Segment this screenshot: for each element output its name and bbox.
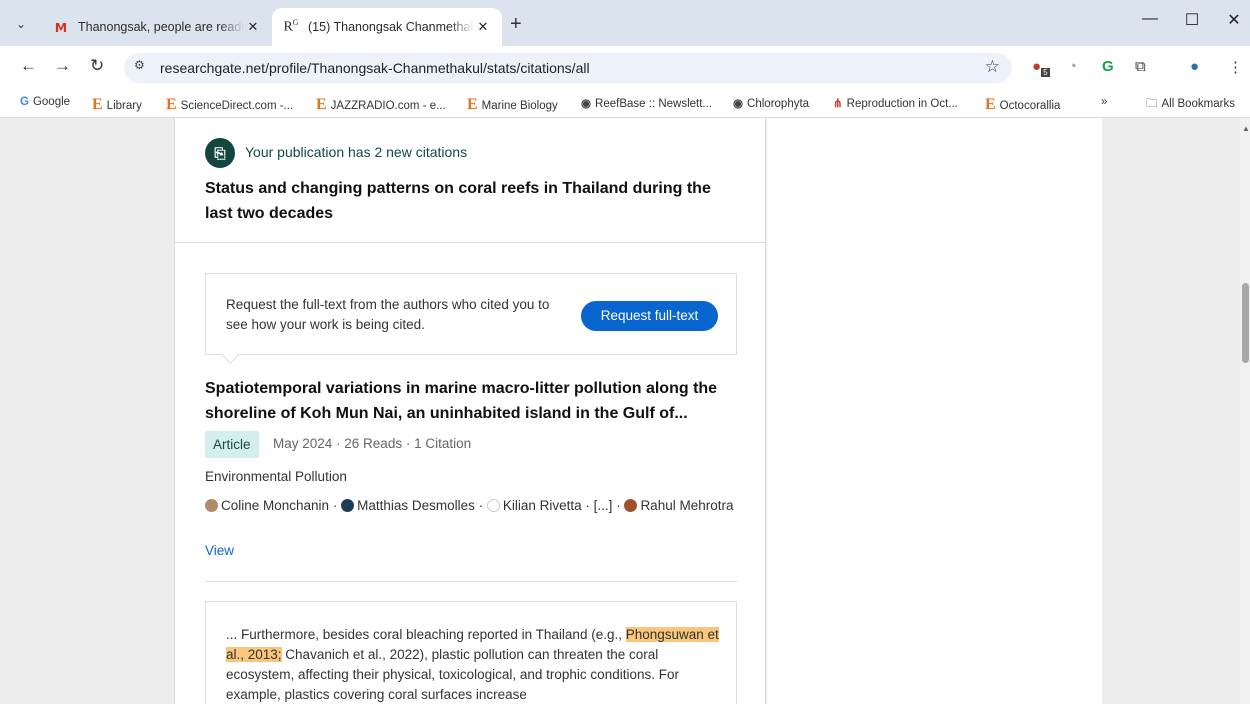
citing-paper-title[interactable]: Spatiotemporal variations in marine macr… bbox=[205, 376, 745, 426]
bookmark-reproduction[interactable]: ⋔ Reproduction in Oct... bbox=[833, 96, 958, 110]
profile-avatar[interactable]: ● bbox=[1190, 58, 1199, 75]
elsevier-icon: E bbox=[316, 96, 327, 113]
author-link[interactable]: Kilian Rivetta bbox=[503, 498, 582, 513]
right-sidebar bbox=[767, 118, 1102, 704]
reload-icon[interactable]: ↻ bbox=[90, 56, 104, 76]
citation-excerpt: ... Furthermore, besides coral bleaching… bbox=[205, 601, 737, 704]
extensions-icon[interactable]: ⧉ bbox=[1135, 58, 1146, 75]
author-list: Coline Monchanin · Matthias Desmolles · … bbox=[205, 496, 735, 516]
bookmarks-bar: G Google E Library E ScienceDirect.com -...… bbox=[0, 90, 1250, 118]
page-viewport: ⎘ Your publication has 2 new citations S… bbox=[0, 118, 1250, 704]
tab-title: (15) Thanongsak Chanmethakul bbox=[308, 20, 474, 34]
browser-chrome: ⌄ M Thanongsak, people are reading ✕ RG … bbox=[0, 0, 1250, 118]
gmail-icon: M bbox=[54, 19, 68, 35]
bookmark-reefbase[interactable]: ◉ ReefBase :: Newslett... bbox=[581, 96, 712, 110]
google-icon: G bbox=[20, 96, 29, 108]
bookmark-marine-biology[interactable]: E Marine Biology bbox=[467, 96, 558, 114]
bookmark-sciencedirect[interactable]: E ScienceDirect.com -... bbox=[166, 96, 293, 114]
folder-icon: 🗀 bbox=[1146, 98, 1158, 110]
close-window-button[interactable]: ✕ bbox=[1214, 10, 1250, 36]
bookmark-chlorophyta[interactable]: ◉ Chlorophyta bbox=[733, 96, 809, 110]
bookmark-octocorallia[interactable]: E Octocorallia bbox=[985, 96, 1060, 114]
researchgate-icon: RG bbox=[283, 18, 299, 35]
bookmark-google[interactable]: G Google bbox=[20, 96, 70, 108]
tab-title: Thanongsak, people are reading bbox=[78, 20, 244, 34]
tab-gmail[interactable]: M Thanongsak, people are reading ✕ bbox=[42, 8, 272, 46]
bookmark-star-icon[interactable]: ☆ bbox=[985, 57, 1000, 77]
elsevier-icon: E bbox=[467, 96, 478, 113]
request-fulltext-box: Request the full-text from the authors w… bbox=[205, 273, 737, 355]
maximize-button[interactable]: ☐ bbox=[1172, 10, 1212, 36]
elsevier-icon: E bbox=[92, 96, 103, 113]
url-text: researchgate.net/profile/Thanongsak-Chan… bbox=[160, 60, 590, 76]
forward-icon[interactable]: → bbox=[54, 56, 71, 76]
menu-icon[interactable]: ⋮ bbox=[1228, 58, 1243, 76]
all-bookmarks[interactable]: 🗀 All Bookmarks bbox=[1146, 96, 1235, 115]
excerpt-text: ... Furthermore, besides coral bleaching… bbox=[226, 627, 719, 702]
grammarly-icon[interactable]: G bbox=[1102, 58, 1114, 75]
tab-researchgate[interactable]: RG (15) Thanongsak Chanmethakul ✕ bbox=[272, 8, 502, 46]
address-bar[interactable]: ⚙ researchgate.net/profile/Thanongsak-Ch… bbox=[124, 53, 1012, 83]
close-tab-icon[interactable]: ✕ bbox=[474, 19, 492, 35]
extension-badge: 5 bbox=[1041, 68, 1050, 77]
extension-puzzle-gray-icon[interactable]: ◔ bbox=[1068, 58, 1077, 75]
divider bbox=[205, 581, 737, 582]
publication-icon: ⎘ bbox=[205, 138, 235, 168]
citation-notification: ⎘ Your publication has 2 new citations S… bbox=[175, 118, 765, 243]
close-tab-icon[interactable]: ✕ bbox=[244, 19, 262, 35]
site-info-icon[interactable]: ⚙ bbox=[134, 58, 145, 72]
bookmark-library[interactable]: E Library bbox=[92, 96, 142, 114]
toolbar: ← → ↻ ⚙ researchgate.net/profile/Thanong… bbox=[0, 46, 1250, 90]
new-tab-button[interactable]: + bbox=[510, 13, 522, 36]
globe-icon: ◉ bbox=[581, 98, 592, 110]
article-type-badge: Article bbox=[205, 431, 259, 458]
more-authors[interactable]: [...] bbox=[594, 498, 613, 513]
notification-text: Your publication has 2 new citations bbox=[245, 144, 468, 160]
avatar bbox=[486, 499, 500, 512]
author-link[interactable]: Matthias Desmolles bbox=[357, 498, 475, 513]
avatar bbox=[205, 499, 218, 512]
elsevier-icon: E bbox=[166, 96, 177, 113]
article-meta: May 2024 · 26 Reads · 1 Citation bbox=[273, 436, 472, 451]
publication-title[interactable]: Status and changing patterns on coral re… bbox=[205, 176, 735, 226]
globe-icon: ◉ bbox=[733, 98, 744, 110]
extension-icon[interactable]: ● 5 bbox=[1032, 58, 1050, 77]
tab-search-button[interactable]: ⌄ bbox=[8, 11, 34, 37]
avatar bbox=[341, 499, 355, 512]
scroll-up-icon[interactable]: ▲ bbox=[1242, 124, 1250, 133]
scrollbar[interactable]: ▲ bbox=[1240, 118, 1250, 704]
elsevier-icon: E bbox=[985, 96, 996, 113]
author-link[interactable]: Rahul Mehrotra bbox=[640, 498, 733, 513]
back-icon[interactable]: ← bbox=[20, 56, 37, 76]
citations-feed: ⎘ Your publication has 2 new citations S… bbox=[174, 118, 766, 704]
author-link[interactable]: Coline Monchanin bbox=[221, 498, 329, 513]
journal-name[interactable]: Environmental Pollution bbox=[205, 469, 347, 484]
view-link[interactable]: View bbox=[205, 543, 234, 558]
bookmark-jazzradio[interactable]: E JAZZRADIO.com - e... bbox=[316, 96, 446, 114]
avatar bbox=[624, 499, 638, 512]
uh-logo-icon: ⋔ bbox=[833, 98, 843, 110]
more-bookmarks-icon[interactable]: » bbox=[1101, 96, 1107, 108]
minimize-button[interactable]: — bbox=[1130, 10, 1170, 36]
request-text: Request the full-text from the authors w… bbox=[226, 297, 550, 332]
request-fulltext-button[interactable]: Request full-text bbox=[581, 301, 718, 331]
tab-strip: ⌄ M Thanongsak, people are reading ✕ RG … bbox=[0, 0, 1250, 46]
scrollbar-thumb[interactable] bbox=[1242, 283, 1249, 363]
